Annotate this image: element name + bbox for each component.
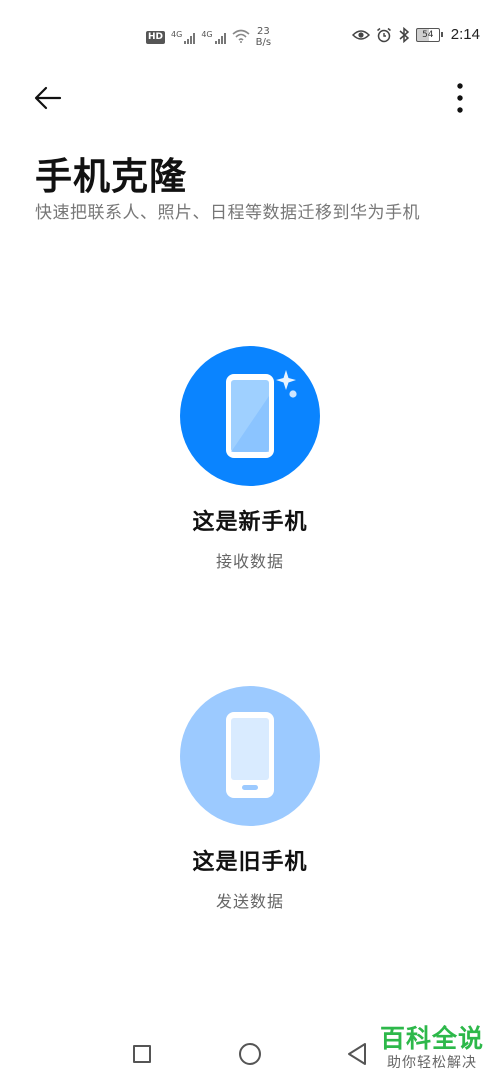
old-phone-option[interactable]: 这是旧手机 发送数据	[0, 686, 500, 912]
more-vertical-icon	[457, 83, 463, 117]
old-phone-icon	[180, 684, 320, 828]
new-phone-subtitle: 接收数据	[215, 552, 284, 571]
recent-apps-icon[interactable]	[133, 1045, 151, 1063]
status-time: 2:14	[450, 26, 480, 43]
arrow-left-icon	[34, 86, 62, 114]
alarm-icon	[376, 27, 392, 43]
network-speed: 23 B/s	[256, 26, 271, 48]
battery-icon: 54	[415, 27, 443, 42]
eye-icon	[351, 28, 370, 42]
status-bar-left: HD 4G 4G 23 B/s	[146, 26, 271, 48]
new-phone-sparkle-icon	[180, 344, 320, 488]
back-icon[interactable]	[346, 1042, 368, 1070]
old-phone-title: 这是旧手机	[192, 850, 308, 875]
old-phone-circle	[180, 686, 320, 826]
network-speed-value: 23	[256, 26, 270, 37]
old-phone-subtitle: 发送数据	[215, 892, 284, 911]
new-phone-title: 这是新手机	[192, 510, 308, 535]
hd-badge: HD	[146, 30, 166, 44]
watermark-sub: 助你轻松解决	[386, 1055, 477, 1071]
sim1-label: 4G	[171, 30, 183, 39]
home-icon[interactable]	[239, 1043, 261, 1065]
network-speed-unit: B/s	[255, 37, 272, 48]
new-phone-option[interactable]: 这是新手机 接收数据	[0, 346, 500, 572]
page-subtitle: 快速把联系人、照片、日程等数据迁移到华为手机	[35, 203, 420, 223]
status-bar: HD 4G 4G 23 B/s 54 2:14	[0, 0, 500, 70]
back-button[interactable]	[28, 80, 68, 120]
status-bar-right: 54 2:14	[351, 26, 480, 43]
watermark-main: 百科全说	[379, 1024, 484, 1053]
more-options-button[interactable]	[446, 80, 474, 120]
sim1-signal-icon: 4G	[171, 30, 196, 44]
new-phone-circle	[180, 346, 320, 486]
watermark-logo: 百科全说 助你轻松解决	[380, 1024, 484, 1072]
sim2-signal-icon: 4G	[201, 30, 226, 44]
battery-level: 54	[415, 27, 440, 42]
page-title: 手机克隆	[35, 155, 187, 198]
bluetooth-icon	[398, 26, 410, 43]
sim2-label: 4G	[201, 30, 213, 39]
wifi-icon	[232, 29, 250, 46]
